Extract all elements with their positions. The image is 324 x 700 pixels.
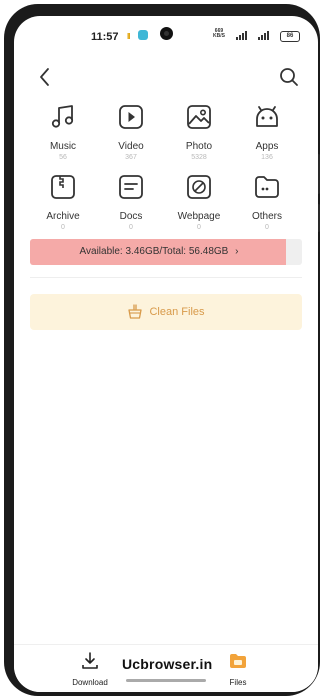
- signal-icon-2: [258, 30, 269, 40]
- category-label: Webpage: [177, 211, 221, 222]
- category-label: Apps: [255, 141, 279, 152]
- download-icon: [82, 652, 98, 669]
- android-icon: [256, 106, 278, 127]
- category-label: Video: [118, 141, 144, 152]
- chevron-right-icon: ›: [235, 246, 239, 257]
- watermark-text: Ucbrowser.in: [122, 656, 213, 672]
- archive-icon: [51, 175, 75, 199]
- search-icon[interactable]: [278, 66, 300, 88]
- status-bar: 11:57 ll 669 KB/S 86: [14, 16, 318, 50]
- network-speed: 669 KB/S: [213, 29, 225, 39]
- category-photo[interactable]: Photo 5328: [165, 102, 233, 161]
- category-count: 56: [59, 154, 67, 161]
- home-indicator[interactable]: [126, 679, 206, 682]
- network-speed-unit: KB/S: [213, 33, 225, 39]
- category-webpage[interactable]: Webpage 0: [165, 172, 233, 231]
- photo-icon: [187, 105, 211, 129]
- docs-icon: [119, 175, 143, 199]
- category-count: 0: [265, 224, 269, 231]
- chevron-left-icon[interactable]: [34, 66, 56, 88]
- category-count: 0: [61, 224, 65, 231]
- category-archive[interactable]: Archive 0: [29, 172, 97, 231]
- storage-usage-bar[interactable]: Available: 3.46GB/Total: 56.48GB ›: [30, 239, 302, 265]
- category-others[interactable]: Others 0: [233, 172, 301, 231]
- clean-files-button[interactable]: Clean Files: [30, 294, 302, 330]
- webpage-icon: [187, 175, 211, 199]
- storage-available-total: Available: 3.46GB/Total: 56.48GB: [79, 246, 229, 257]
- category-docs[interactable]: Docs 0: [97, 172, 165, 231]
- category-label: Photo: [185, 141, 213, 152]
- phone-frame: 11:57 ll 669 KB/S 86 Music 56 Video 367 …: [4, 4, 320, 696]
- screen: 11:57 ll 669 KB/S 86 Music 56 Video 367 …: [14, 16, 318, 692]
- category-count: 0: [129, 224, 133, 231]
- category-video[interactable]: Video 367: [97, 102, 165, 161]
- category-label: Music: [49, 141, 77, 152]
- category-count: 5328: [191, 154, 207, 161]
- front-camera: [160, 27, 173, 40]
- category-count: 367: [125, 154, 137, 161]
- tab-download[interactable]: Download: [60, 651, 120, 687]
- broom-basket-icon: [128, 304, 143, 319]
- signal-icon: [236, 30, 247, 40]
- tab-files[interactable]: Files: [208, 651, 268, 687]
- divider: [30, 277, 302, 278]
- music-note-icon: [51, 105, 74, 128]
- pause-icon: ll: [127, 32, 131, 41]
- category-apps[interactable]: Apps 136: [233, 102, 301, 161]
- clean-files-label: Clean Files: [149, 306, 205, 318]
- files-label: Files: [229, 678, 247, 687]
- app-notification-icon: [138, 30, 148, 40]
- status-time: 11:57: [91, 31, 119, 43]
- battery-icon: 86: [280, 31, 300, 42]
- video-play-icon: [119, 105, 143, 129]
- top-bar: [14, 60, 318, 92]
- category-label: Others: [251, 211, 282, 222]
- category-label: Archive: [46, 211, 80, 222]
- folder-icon: [255, 176, 279, 198]
- download-label: Download: [72, 678, 108, 687]
- files-folder-icon: [230, 654, 246, 668]
- category-count: 136: [261, 154, 273, 161]
- category-count: 0: [197, 224, 201, 231]
- category-music[interactable]: Music 56: [29, 102, 97, 161]
- storage-text: Available: 3.46GB/Total: 56.48GB ›: [30, 239, 288, 265]
- category-label: Docs: [119, 211, 143, 222]
